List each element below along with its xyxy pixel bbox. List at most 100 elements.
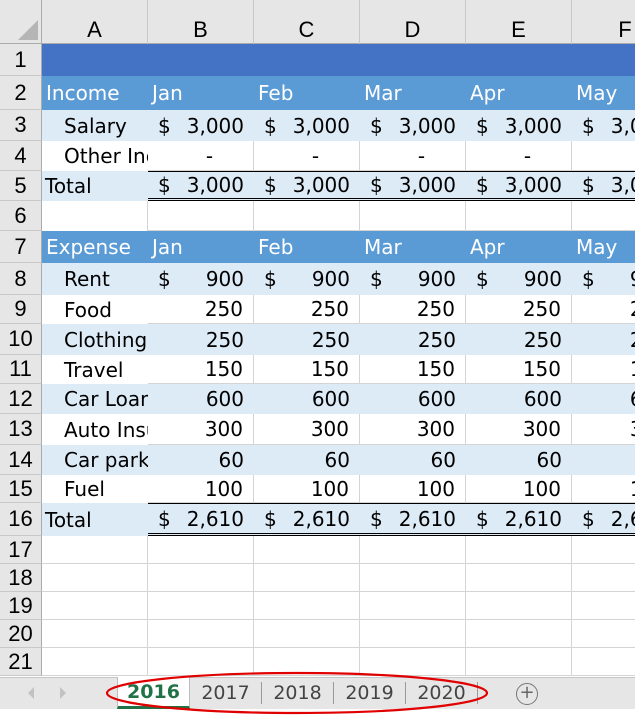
expense-item-value-cell[interactable]: 300 <box>466 414 572 445</box>
cell-b19[interactable] <box>148 592 254 620</box>
expense-item-value-cell[interactable]: 250 <box>466 324 572 355</box>
cell-f18[interactable] <box>572 564 635 592</box>
row-header-1[interactable]: 1 <box>0 44 42 76</box>
expense-month-cell[interactable]: Mar <box>360 231 466 263</box>
income-item-value-cell[interactable]: - <box>360 141 466 171</box>
income-item-value-cell[interactable]: $3,000 <box>254 110 360 141</box>
select-all-corner[interactable] <box>0 0 42 44</box>
cell-d17[interactable] <box>360 536 466 564</box>
cell-e19[interactable] <box>466 592 572 620</box>
income-item-value-cell[interactable] <box>572 141 635 171</box>
cell-c1[interactable] <box>254 44 360 76</box>
row-header-5[interactable]: 5 <box>0 171 42 201</box>
expense-item-value-cell[interactable]: 600 <box>254 384 360 414</box>
expense-item-value-cell[interactable]: 250 <box>148 324 254 355</box>
cell-c18[interactable] <box>254 564 360 592</box>
expense-item-value-cell[interactable]: $900 <box>572 263 635 295</box>
expense-item-value-cell[interactable]: 600 <box>572 384 635 414</box>
expense-item-value-cell[interactable]: $900 <box>148 263 254 295</box>
row-header-2[interactable]: 2 <box>0 76 42 110</box>
expense-total-cell[interactable]: $2,610 <box>148 503 254 536</box>
expense-item-value-cell[interactable]: $900 <box>466 263 572 295</box>
expense-month-cell[interactable]: Feb <box>254 231 360 263</box>
expense-total-cell[interactable]: $2,610 <box>360 503 466 536</box>
expense-item-value-cell[interactable]: 300 <box>148 414 254 445</box>
expense-item-value-cell[interactable]: 150 <box>572 355 635 384</box>
sheet-tab-2016[interactable]: 2016 <box>117 677 190 709</box>
column-header-b[interactable]: B <box>148 0 254 44</box>
expense-item-value-cell[interactable]: 60 <box>572 445 635 475</box>
cell-b20[interactable] <box>148 620 254 648</box>
cell-d18[interactable] <box>360 564 466 592</box>
row-header-15[interactable]: 15 <box>0 475 42 503</box>
cell-c19[interactable] <box>254 592 360 620</box>
expense-item-label-cell[interactable]: Auto Insurance <box>42 414 148 445</box>
cell-b18[interactable] <box>148 564 254 592</box>
expense-month-cell[interactable]: Apr <box>466 231 572 263</box>
row-header-17[interactable]: 17 <box>0 536 42 564</box>
row-header-21[interactable]: 21 <box>0 648 42 676</box>
expense-item-value-cell[interactable]: 100 <box>466 475 572 503</box>
income-total-cell[interactable]: $3,000 <box>466 171 572 201</box>
income-total-label-cell[interactable]: Total <box>42 171 148 201</box>
cell-a6[interactable] <box>42 201 148 231</box>
income-month-cell[interactable]: Apr <box>466 76 572 110</box>
row-header-3[interactable]: 3 <box>0 110 42 141</box>
expense-item-label-cell[interactable]: Travel <box>42 355 148 384</box>
expense-item-value-cell[interactable]: 250 <box>254 295 360 324</box>
cell-c20[interactable] <box>254 620 360 648</box>
cell-e17[interactable] <box>466 536 572 564</box>
spreadsheet-grid[interactable]: A B C D E F 1 2 3 4 5 6 7 8 9 10 11 12 13 14 15 16 17 18 1… <box>0 0 635 677</box>
income-item-value-cell[interactable]: $3,000 <box>148 110 254 141</box>
row-header-20[interactable]: 20 <box>0 620 42 648</box>
expense-item-value-cell[interactable]: 150 <box>360 355 466 384</box>
column-header-a[interactable]: A <box>42 0 148 44</box>
expense-total-cell[interactable]: $2,610 <box>572 503 635 536</box>
column-header-d[interactable]: D <box>360 0 466 44</box>
income-item-label-cell[interactable]: Other Income <box>42 141 148 171</box>
cell-a21[interactable] <box>42 648 148 676</box>
income-month-cell[interactable]: Mar <box>360 76 466 110</box>
expense-item-value-cell[interactable]: 250 <box>148 295 254 324</box>
income-item-value-cell[interactable]: - <box>254 141 360 171</box>
column-header-c[interactable]: C <box>254 0 360 44</box>
cell-b6[interactable] <box>148 201 254 231</box>
cell-b17[interactable] <box>148 536 254 564</box>
expense-item-label-cell[interactable]: Food <box>42 295 148 324</box>
expense-item-value-cell[interactable]: $900 <box>360 263 466 295</box>
sheet-tab-2020[interactable]: 2020 <box>406 682 478 704</box>
expense-total-cell[interactable]: $2,610 <box>466 503 572 536</box>
expense-item-label-cell[interactable]: Fuel <box>42 475 148 503</box>
expense-item-value-cell[interactable]: 600 <box>360 384 466 414</box>
column-header-e[interactable]: E <box>466 0 572 44</box>
cell-a1[interactable] <box>42 44 148 76</box>
expense-item-value-cell[interactable]: 150 <box>148 355 254 384</box>
expense-total-cell[interactable]: $2,610 <box>254 503 360 536</box>
cell-d20[interactable] <box>360 620 466 648</box>
triangle-right-icon[interactable] <box>60 687 66 699</box>
income-header-cell[interactable]: Income <box>42 76 148 110</box>
income-month-cell[interactable]: May <box>572 76 635 110</box>
income-item-value-cell[interactable]: $3,000 <box>572 110 635 141</box>
expense-total-label-cell[interactable]: Total <box>42 503 148 536</box>
income-total-cell[interactable]: $3,000 <box>572 171 635 201</box>
expense-header-cell[interactable]: Expense <box>42 231 148 263</box>
expense-item-value-cell[interactable]: 250 <box>572 295 635 324</box>
cell-f1[interactable] <box>572 44 635 76</box>
cell-a18[interactable] <box>42 564 148 592</box>
expense-item-value-cell[interactable]: 300 <box>572 414 635 445</box>
row-header-13[interactable]: 13 <box>0 414 42 445</box>
income-item-label-cell[interactable]: Salary <box>42 110 148 141</box>
cell-d6[interactable] <box>360 201 466 231</box>
sheet-tab-2018[interactable]: 2018 <box>262 682 334 704</box>
income-total-cell[interactable]: $3,000 <box>360 171 466 201</box>
row-header-7[interactable]: 7 <box>0 231 42 263</box>
expense-item-value-cell[interactable]: 300 <box>360 414 466 445</box>
row-header-19[interactable]: 19 <box>0 592 42 620</box>
expense-item-value-cell[interactable]: 100 <box>360 475 466 503</box>
row-header-8[interactable]: 8 <box>0 263 42 295</box>
cell-e1[interactable] <box>466 44 572 76</box>
cell-c21[interactable] <box>254 648 360 676</box>
row-header-4[interactable]: 4 <box>0 141 42 171</box>
expense-item-value-cell[interactable]: 150 <box>466 355 572 384</box>
